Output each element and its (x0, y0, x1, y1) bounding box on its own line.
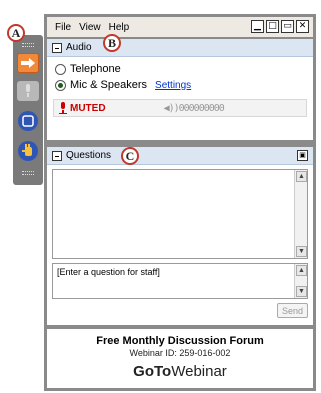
callout-b: B (103, 34, 121, 52)
audio-section: Audio Telephone Mic & Speakers Settings … (47, 39, 313, 140)
close-button[interactable]: ✕ (296, 20, 309, 33)
raise-hand-button[interactable] (18, 141, 38, 161)
question-input-text: [Enter a question for staff] (57, 267, 160, 277)
muted-label: MUTED (70, 102, 106, 114)
mic-label: Mic & Speakers (70, 79, 148, 91)
grip-bottom[interactable] (22, 171, 34, 175)
questions-title: Questions (66, 150, 112, 161)
mic-option[interactable]: Mic & Speakers Settings (47, 77, 313, 93)
grip-top[interactable] (22, 43, 34, 47)
questions-section: Questions ▣ ▲ ▼ [Enter a question for st… (47, 147, 313, 325)
logo-webinar: Webinar (171, 363, 227, 380)
webinar-id: Webinar ID: 259-016-002 (129, 348, 231, 358)
mic-radio[interactable] (55, 79, 66, 91)
restore-button[interactable]: □ (266, 20, 279, 33)
audio-title: Audio (66, 42, 92, 53)
menu-bar: File View Help ▁ □ ▭ ✕ (47, 17, 313, 37)
audio-level-meter: ◀))000000000 (163, 102, 225, 114)
webinar-title: Free Monthly Discussion Forum (96, 335, 264, 347)
questions-log-scrollbar[interactable]: ▲ ▼ (294, 170, 307, 258)
window-buttons: ▁ □ ▭ ✕ (251, 20, 309, 33)
mute-bar: MUTED ◀))000000000 (53, 99, 307, 117)
callout-a: A (7, 24, 25, 42)
arrow-button[interactable] (17, 53, 39, 73)
collapse-audio-icon[interactable] (52, 42, 62, 53)
input-scroll-up-icon[interactable]: ▲ (296, 265, 307, 276)
questions-header: Questions ▣ (47, 147, 313, 165)
settings-link[interactable]: Settings (155, 80, 191, 91)
screen-button[interactable] (18, 111, 38, 131)
dock-button[interactable]: ▭ (281, 20, 294, 33)
scroll-up-icon[interactable]: ▲ (296, 171, 307, 182)
menu-view[interactable]: View (79, 22, 101, 33)
control-panel: File View Help ▁ □ ▭ ✕ Audio Telephone M… (44, 14, 316, 391)
webinar-footer: Free Monthly Discussion Forum Webinar ID… (47, 329, 313, 388)
telephone-option[interactable]: Telephone (47, 61, 313, 77)
grab-tab (13, 35, 43, 185)
microphone-button[interactable] (17, 81, 39, 101)
audio-header: Audio (47, 39, 313, 57)
question-input[interactable]: [Enter a question for staff] ▲ ▼ (52, 263, 308, 299)
hand-icon (22, 144, 32, 156)
input-scroll-down-icon[interactable]: ▼ (296, 286, 307, 297)
question-input-scrollbar[interactable]: ▲ ▼ (294, 264, 307, 298)
popout-icon[interactable]: ▣ (297, 150, 308, 161)
muted-mic-icon[interactable] (58, 102, 68, 114)
scroll-down-icon[interactable]: ▼ (296, 246, 307, 257)
send-button[interactable]: Send (277, 303, 308, 318)
menu-file[interactable]: File (55, 22, 71, 33)
microphone-icon (26, 84, 30, 97)
questions-log: ▲ ▼ (52, 169, 308, 259)
telephone-label: Telephone (70, 63, 121, 75)
telephone-radio[interactable] (55, 63, 66, 75)
screen-icon (22, 115, 34, 127)
logo-goto: GoTo (133, 363, 172, 380)
callout-c: C (121, 147, 139, 165)
gotowebinar-logo: GoToWebinar (47, 363, 313, 380)
menu-help[interactable]: Help (109, 22, 130, 33)
collapse-questions-icon[interactable] (52, 150, 62, 161)
minimize-button[interactable]: ▁ (251, 20, 264, 33)
arrow-right-icon (21, 58, 35, 68)
